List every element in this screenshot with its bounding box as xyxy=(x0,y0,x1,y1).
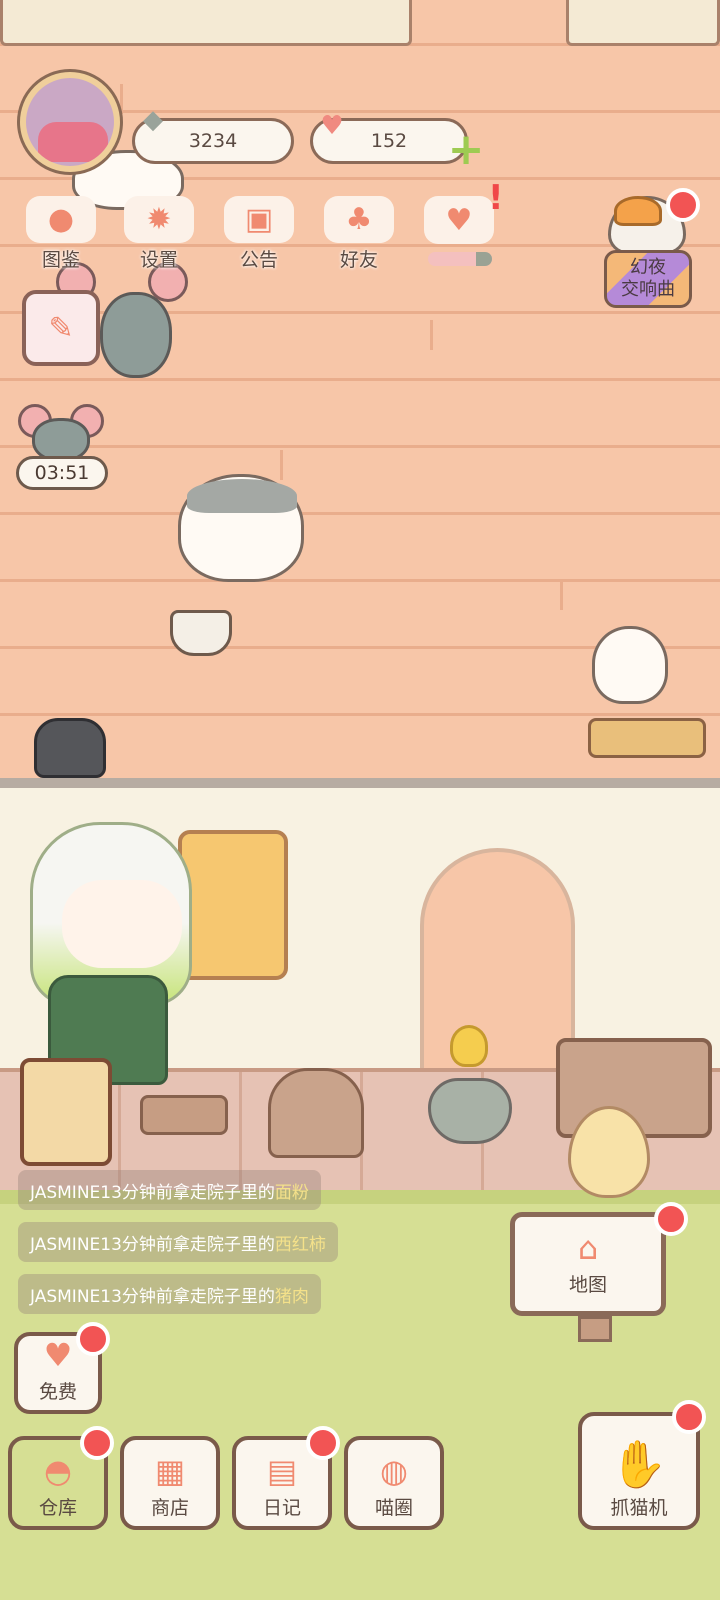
menu-friends[interactable]: ♣ 好友 xyxy=(320,196,398,272)
diary-icon: ▤ xyxy=(266,1452,298,1490)
arched-doorway[interactable] xyxy=(420,848,575,1068)
claw-label: 抓猫机 xyxy=(610,1497,668,1519)
message-text: JASMINE13分钟前拿走院子里的 xyxy=(30,1286,275,1307)
menu-label: 图鉴 xyxy=(41,249,80,271)
brick-seam xyxy=(430,320,433,350)
heart-event-icon: ♥ xyxy=(424,196,494,244)
upper-shelf-left xyxy=(0,0,412,46)
cat-circle-button[interactable]: ◍ 喵圈 xyxy=(344,1436,444,1530)
activity-message: JASMINE13分钟前拿走院子里的 西红柿 xyxy=(18,1222,338,1262)
diary-label: 日记 xyxy=(262,1497,301,1519)
sign-post xyxy=(578,1316,612,1342)
house-icon: ⌂ xyxy=(577,1228,599,1267)
gray-white-cat[interactable] xyxy=(178,474,304,582)
event-label-line2: 交响曲 xyxy=(621,279,675,300)
wooden-stool[interactable] xyxy=(140,1095,228,1135)
upper-shelf-right xyxy=(566,0,720,46)
event-alert: ! xyxy=(488,178,504,218)
autumn-painting[interactable] xyxy=(178,830,288,980)
map-badge xyxy=(654,1202,688,1236)
claw-icon: ✋ xyxy=(610,1437,668,1491)
activity-message: JASMINE13分钟前拿走院子里的 面粉 xyxy=(18,1170,321,1210)
event-button[interactable]: 幻夜 交响曲 xyxy=(604,250,692,308)
girl-face xyxy=(62,880,182,968)
cat-circle-label: 喵圈 xyxy=(374,1497,413,1519)
fish-count: 3234 xyxy=(188,130,238,152)
map-label: 地图 xyxy=(568,1273,607,1296)
wooden-bench[interactable] xyxy=(588,718,706,758)
menu-encyclopedia[interactable]: ● 图鉴 xyxy=(22,196,100,272)
cat-head-icon: ● xyxy=(26,196,96,243)
heart-count: 152 xyxy=(370,130,408,152)
map-button[interactable]: ⌂ 地图 xyxy=(510,1212,666,1316)
brick-seam xyxy=(560,580,563,610)
gift-icon: ▣ xyxy=(224,196,294,243)
menu-label: 好友 xyxy=(339,249,378,271)
menu-announcement[interactable]: ▣ 公告 xyxy=(220,196,298,272)
timer-badge[interactable]: 03:51 xyxy=(16,456,108,490)
warehouse-icon: ◓ xyxy=(44,1452,72,1490)
lantern[interactable] xyxy=(20,1058,112,1166)
claw-badge xyxy=(672,1400,706,1434)
potted-sprout[interactable] xyxy=(170,610,232,656)
message-item: 猪肉 xyxy=(274,1286,309,1307)
timer-text: 03:51 xyxy=(34,462,90,484)
free-badge xyxy=(76,1322,110,1356)
pumpkin-hat-icon xyxy=(614,196,662,226)
white-flower-cat[interactable] xyxy=(592,626,668,704)
warehouse-badge xyxy=(80,1426,114,1460)
menu-settings[interactable]: ✹ 设置 xyxy=(120,196,198,272)
event-label-line1: 幻夜 xyxy=(630,257,666,278)
heart-icon: ♥ xyxy=(320,111,344,141)
yellow-tulip xyxy=(450,1025,488,1067)
shop-label: 商店 xyxy=(150,1497,189,1519)
floor-divider xyxy=(0,778,720,788)
ink-bottle-quill[interactable] xyxy=(34,718,106,778)
gear-icon: ✹ xyxy=(124,196,194,243)
tulip-pot[interactable] xyxy=(428,1078,512,1144)
shop-button[interactable]: ▦ 商店 xyxy=(120,1436,220,1530)
event-badge xyxy=(666,188,700,222)
player-avatar[interactable] xyxy=(20,72,120,172)
event-progress-bar xyxy=(428,252,492,266)
calendar-edit-icon[interactable]: ✎ xyxy=(22,290,100,366)
friends-icon: ♣ xyxy=(324,196,394,243)
gray-mouse-character[interactable] xyxy=(100,292,172,378)
menu-label: 设置 xyxy=(139,249,178,271)
message-text: JASMINE13分钟前拿走院子里的 xyxy=(30,1234,275,1255)
cat-planet-icon: ◍ xyxy=(380,1452,408,1490)
warehouse-label: 仓库 xyxy=(38,1497,77,1519)
menu-label: 公告 xyxy=(239,249,278,271)
wooden-chair[interactable] xyxy=(268,1068,364,1158)
heart-icon: ♥ xyxy=(43,1336,73,1374)
plus-icon[interactable]: + xyxy=(446,128,486,172)
activity-message: JASMINE13分钟前拿走院子里的 猪肉 xyxy=(18,1274,321,1314)
fish-icon: ◆ xyxy=(143,105,163,135)
diary-badge xyxy=(306,1426,340,1460)
shop-icon: ▦ xyxy=(154,1452,186,1490)
free-label: 免费 xyxy=(38,1381,77,1403)
message-text: JASMINE13分钟前拿走院子里的 xyxy=(30,1182,275,1203)
message-item: 面粉 xyxy=(274,1182,309,1203)
brick-seam xyxy=(120,84,123,114)
brick-seam xyxy=(280,450,283,480)
message-item: 西红柿 xyxy=(274,1234,326,1255)
